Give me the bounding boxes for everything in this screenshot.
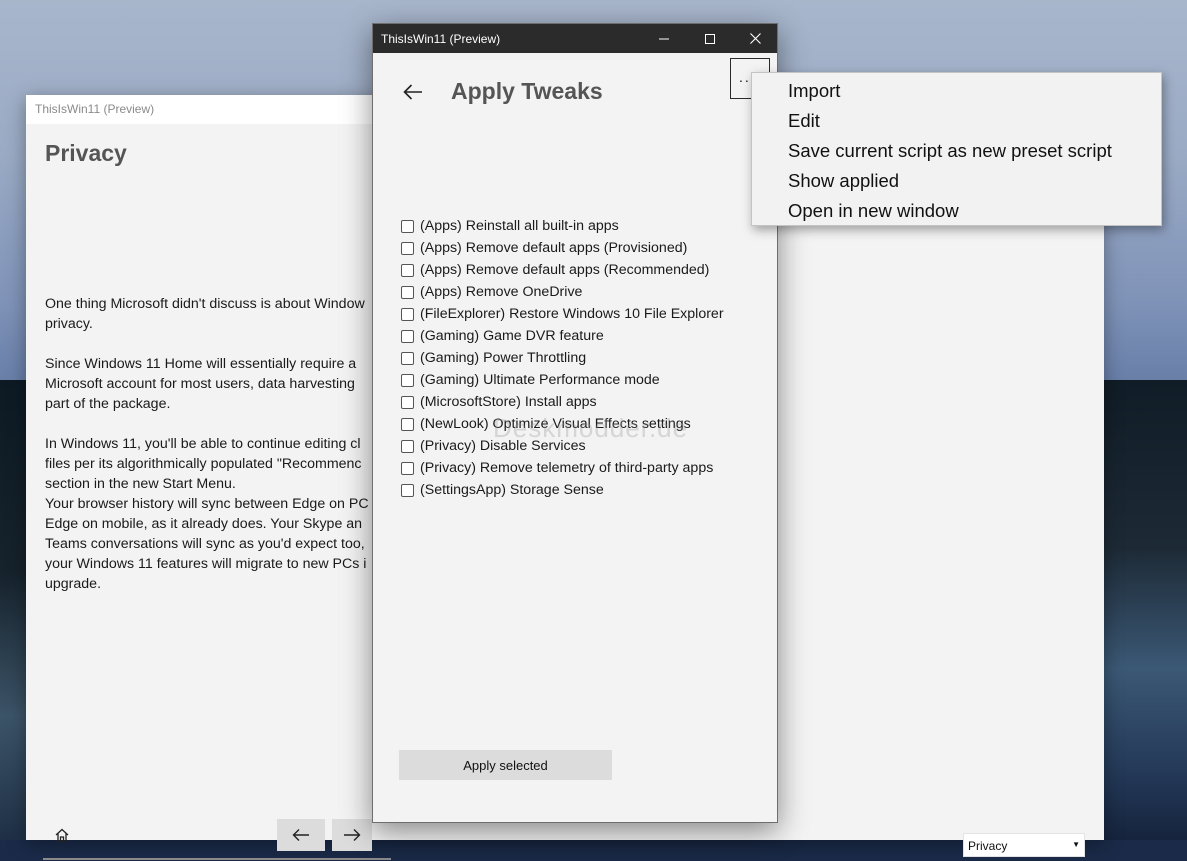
tweak-item[interactable]: (Apps) Remove default apps (Recommended): [401, 259, 724, 281]
page-title: Apply Tweaks: [451, 78, 603, 104]
menu-item[interactable]: Import: [752, 76, 1161, 106]
apply-tweaks-titlebar[interactable]: ThisIsWin11 (Preview): [373, 24, 777, 53]
tweak-checkbox[interactable]: [401, 373, 414, 387]
menu-item[interactable]: Edit: [752, 106, 1161, 136]
tweak-item[interactable]: (MicrosoftStore) Install apps: [401, 391, 724, 413]
tweak-item[interactable]: (Privacy) Disable Services: [401, 435, 724, 457]
tweak-item[interactable]: (Apps) Reinstall all built-in apps: [401, 215, 724, 237]
tweak-item[interactable]: (Gaming) Ultimate Performance mode: [401, 369, 724, 391]
tweak-label: (FileExplorer) Restore Windows 10 File E…: [420, 306, 724, 322]
tweak-checkbox[interactable]: [401, 263, 414, 277]
close-button[interactable]: [732, 24, 778, 53]
nav-back-button[interactable]: [277, 819, 325, 851]
minimize-icon: [659, 38, 669, 39]
arrow-left-icon: [403, 84, 422, 100]
tweak-label: (Apps) Remove default apps (Provisioned): [420, 240, 688, 256]
home-icon: [55, 828, 69, 842]
tweak-label: (Apps) Remove OneDrive: [420, 284, 583, 300]
tweak-label: (Gaming) Power Throttling: [420, 350, 587, 366]
horizontal-scrollbar[interactable]: [43, 858, 391, 860]
privacy-body-text: One thing Microsoft didn't discuss is ab…: [45, 296, 369, 592]
tweak-item[interactable]: (Privacy) Remove telemetry of third-part…: [401, 457, 724, 479]
home-button[interactable]: [52, 825, 72, 845]
menu-item[interactable]: Show applied: [752, 166, 1161, 196]
tweak-checkbox[interactable]: [401, 219, 414, 233]
chevron-down-icon: ▼: [1072, 840, 1080, 849]
arrow-left-icon: [292, 829, 309, 841]
background-trees-right: [1104, 380, 1187, 861]
privacy-heading: Privacy: [45, 140, 127, 166]
tweak-checkbox[interactable]: [401, 439, 414, 453]
tweak-label: (Gaming) Game DVR feature: [420, 328, 604, 344]
maximize-button[interactable]: [687, 24, 733, 53]
tweak-item[interactable]: (FileExplorer) Restore Windows 10 File E…: [401, 303, 724, 325]
tweak-checkbox[interactable]: [401, 395, 414, 409]
tweak-label: (Apps) Reinstall all built-in apps: [420, 218, 619, 234]
tweak-item[interactable]: (NewLook) Optimize Visual Effects settin…: [401, 413, 724, 435]
maximize-icon: [705, 33, 715, 44]
tweak-label: (Privacy) Disable Services: [420, 438, 586, 454]
tweak-item[interactable]: (Gaming) Game DVR feature: [401, 325, 724, 347]
arrow-right-icon: [344, 829, 361, 841]
tweak-item[interactable]: (SettingsApp) Storage Sense: [401, 479, 724, 501]
more-options-menu: Import Edit Save current script as new pre…: [751, 72, 1162, 226]
nav-forward-button[interactable]: [332, 819, 372, 851]
tweak-label: (Apps) Remove default apps (Recommended): [420, 262, 710, 278]
tweak-label: (Gaming) Ultimate Performance mode: [420, 372, 660, 388]
category-dropdown[interactable]: Privacy ▼: [963, 833, 1085, 857]
tweak-checkbox[interactable]: [401, 417, 414, 431]
minimize-button[interactable]: [641, 24, 687, 53]
tweak-item[interactable]: (Apps) Remove default apps (Provisioned): [401, 237, 724, 259]
tweak-item[interactable]: (Apps) Remove OneDrive: [401, 281, 724, 303]
tweak-label: (NewLook) Optimize Visual Effects settin…: [420, 416, 691, 432]
menu-item[interactable]: Save current script as new preset script: [752, 136, 1161, 166]
tweak-checkbox[interactable]: [401, 351, 414, 365]
close-icon: [749, 33, 761, 44]
tweak-label: (SettingsApp) Storage Sense: [420, 482, 604, 498]
tweak-checkbox[interactable]: [401, 483, 414, 497]
category-dropdown-value: Privacy: [968, 839, 1008, 853]
tweak-checkbox[interactable]: [401, 241, 414, 255]
tweak-label: (Privacy) Remove telemetry of third-part…: [420, 460, 714, 476]
apply-tweaks-window: ThisIsWin11 (Preview) Apply Tweaks ... (…: [372, 23, 778, 823]
menu-item[interactable]: Open in new window: [752, 196, 1161, 226]
tweak-item[interactable]: (Gaming) Power Throttling: [401, 347, 724, 369]
back-button[interactable]: [403, 83, 423, 101]
tweak-checkbox[interactable]: [401, 307, 414, 321]
tweak-label: (MicrosoftStore) Install apps: [420, 394, 597, 410]
tweak-list: (Apps) Reinstall all built-in apps (Apps)…: [401, 215, 724, 501]
apply-tweaks-body: Apply Tweaks ... (Apps) Reinstall all bu…: [373, 53, 777, 822]
window-title: ThisIsWin11 (Preview): [381, 32, 501, 46]
apply-selected-button[interactable]: Apply selected: [399, 750, 612, 780]
tweak-checkbox[interactable]: [401, 461, 414, 475]
tweak-checkbox[interactable]: [401, 329, 414, 343]
tweak-checkbox[interactable]: [401, 285, 414, 299]
